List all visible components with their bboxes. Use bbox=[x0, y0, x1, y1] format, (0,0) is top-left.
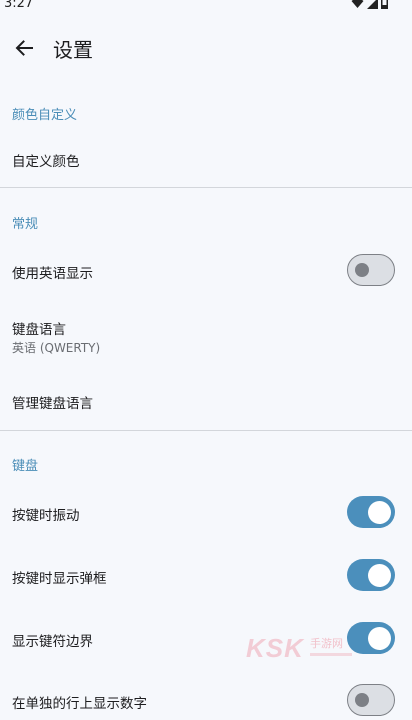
toggle-knob bbox=[355, 692, 369, 707]
setting-title: 自定义颜色 bbox=[12, 154, 80, 170]
setting-title: 管理键盘语言 bbox=[12, 396, 93, 412]
wifi-icon bbox=[351, 0, 364, 8]
setting-summary: 英语 (QWERTY) bbox=[12, 341, 101, 355]
status-bar: 3:27 bbox=[0, 0, 412, 12]
section-header-keyboard: 键盘 bbox=[12, 459, 39, 474]
watermark-subtext: 手游网 bbox=[310, 637, 343, 650]
battery-icon bbox=[381, 0, 388, 9]
status-time: 3:27 bbox=[4, 0, 34, 11]
app-bar: 设置 bbox=[0, 20, 412, 76]
setting-title: 使用英语显示 bbox=[12, 266, 93, 282]
toggle-knob bbox=[368, 563, 391, 587]
back-button[interactable] bbox=[8, 28, 40, 68]
toggle-knob bbox=[355, 262, 369, 277]
toggle-knob bbox=[368, 626, 391, 650]
page-title: 设置 bbox=[53, 38, 93, 62]
watermark: KSK 手游网 bbox=[246, 633, 356, 665]
toggle-knob bbox=[368, 500, 391, 524]
setting-title: 按键时振动 bbox=[12, 508, 80, 524]
watermark-logo: KSK bbox=[246, 633, 304, 663]
divider bbox=[0, 430, 412, 431]
divider bbox=[0, 187, 412, 188]
number-row-toggle[interactable] bbox=[347, 684, 395, 716]
section-header-general: 常规 bbox=[12, 217, 39, 232]
watermark-bar bbox=[310, 653, 352, 656]
setting-title: 键盘语言 bbox=[12, 322, 66, 338]
setting-title: 按键时显示弹框 bbox=[12, 571, 107, 587]
setting-title: 在单独的行上显示数字 bbox=[12, 696, 147, 712]
popup-toggle[interactable] bbox=[347, 559, 395, 591]
vibrate-toggle[interactable] bbox=[347, 496, 395, 528]
status-icons bbox=[351, 0, 388, 9]
signal-icon bbox=[367, 0, 378, 9]
english-display-toggle[interactable] bbox=[347, 254, 395, 286]
arrow-left-icon bbox=[15, 40, 33, 56]
section-header-color: 颜色自定义 bbox=[12, 108, 78, 123]
setting-title: 显示键符边界 bbox=[12, 634, 93, 650]
